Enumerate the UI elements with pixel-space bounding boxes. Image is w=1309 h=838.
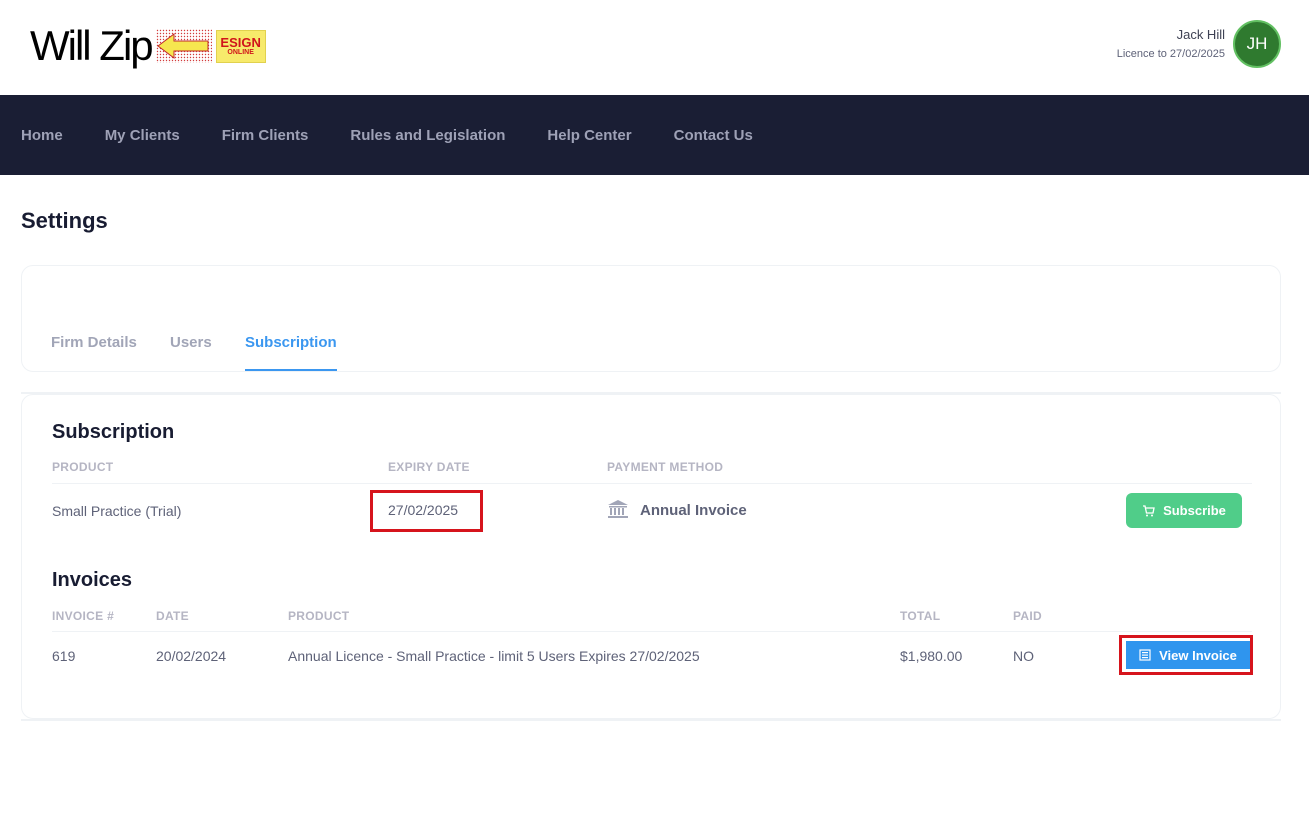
nav-firm-clients[interactable]: Firm Clients <box>222 127 309 144</box>
avatar[interactable]: JH <box>1233 20 1281 68</box>
logo-text: Will Zip <box>30 22 154 69</box>
licence-text: Licence to 27/02/2025 <box>1116 48 1225 60</box>
badge-line2: ONLINE <box>227 48 254 56</box>
bank-icon <box>608 500 628 518</box>
column-header-total: TOTAL <box>900 609 941 623</box>
invoices-heading: Invoices <box>52 569 133 591</box>
subscription-heading: Subscription <box>52 421 175 443</box>
subscription-product: Small Practice (Trial) <box>52 503 182 519</box>
nav-contact-us[interactable]: Contact Us <box>674 127 753 144</box>
arrow-left-icon <box>155 29 212 63</box>
column-header-payment: PAYMENT METHOD <box>607 460 724 474</box>
user-name: Jack Hill <box>1176 27 1225 42</box>
nav-home[interactable]: Home <box>21 127 63 144</box>
subscribe-label: Subscribe <box>1163 503 1226 518</box>
column-header-paid: PAID <box>1013 609 1042 623</box>
subscription-expiry: 27/02/2025 <box>388 502 459 518</box>
avatar-initials: JH <box>1246 34 1268 53</box>
view-invoice-button[interactable]: View Invoice <box>1126 641 1250 669</box>
main-nav: Home My Clients Firm Clients Rules and L… <box>0 95 1309 175</box>
nav-help-center[interactable]: Help Center <box>547 127 631 144</box>
settings-tabs: Firm Details Users Subscription <box>21 265 1281 372</box>
invoice-number: 619 <box>52 648 76 664</box>
nav-my-clients[interactable]: My Clients <box>105 127 180 144</box>
esign-badge: ESIGN ONLINE <box>215 29 266 63</box>
view-invoice-label: View Invoice <box>1159 647 1237 663</box>
logo[interactable]: Will Zip ESIGN ONLINE <box>30 22 266 70</box>
invoice-paid: NO <box>1013 648 1034 664</box>
column-header-product: PRODUCT <box>52 460 114 474</box>
tab-users[interactable]: Users <box>170 334 212 351</box>
page-title: Settings <box>21 208 108 233</box>
invoice-total: $1,980.00 <box>900 648 963 664</box>
tab-firm-details[interactable]: Firm Details <box>51 334 137 351</box>
column-header-expiry: EXPIRY DATE <box>388 460 470 474</box>
column-header-product: PRODUCT <box>288 609 350 623</box>
badge-line1: ESIGN <box>220 34 261 50</box>
divider <box>52 631 1252 632</box>
divider <box>52 483 1252 484</box>
column-header-date: DATE <box>156 609 189 623</box>
active-tab-indicator <box>245 369 337 371</box>
app-header: Will Zip ESIGN ONLINE Jack Hill Licence … <box>0 0 1309 95</box>
payment-method: Annual Invoice <box>640 502 747 519</box>
document-icon <box>1139 649 1151 661</box>
tab-subscription[interactable]: Subscription <box>245 334 337 351</box>
subscribe-button[interactable]: Subscribe <box>1126 493 1242 528</box>
nav-rules-and-legislation[interactable]: Rules and Legislation <box>350 127 505 144</box>
invoice-product: Annual Licence - Small Practice - limit … <box>288 648 700 664</box>
user-info: Jack Hill Licence to 27/02/2025 <box>1117 27 1225 61</box>
column-header-invoice-number: INVOICE # <box>52 609 115 623</box>
divider <box>21 719 1281 721</box>
invoice-date: 20/02/2024 <box>156 648 227 664</box>
subscription-panel: Subscription PRODUCT EXPIRY DATE PAYMENT… <box>21 394 1281 719</box>
cart-icon <box>1142 504 1155 517</box>
